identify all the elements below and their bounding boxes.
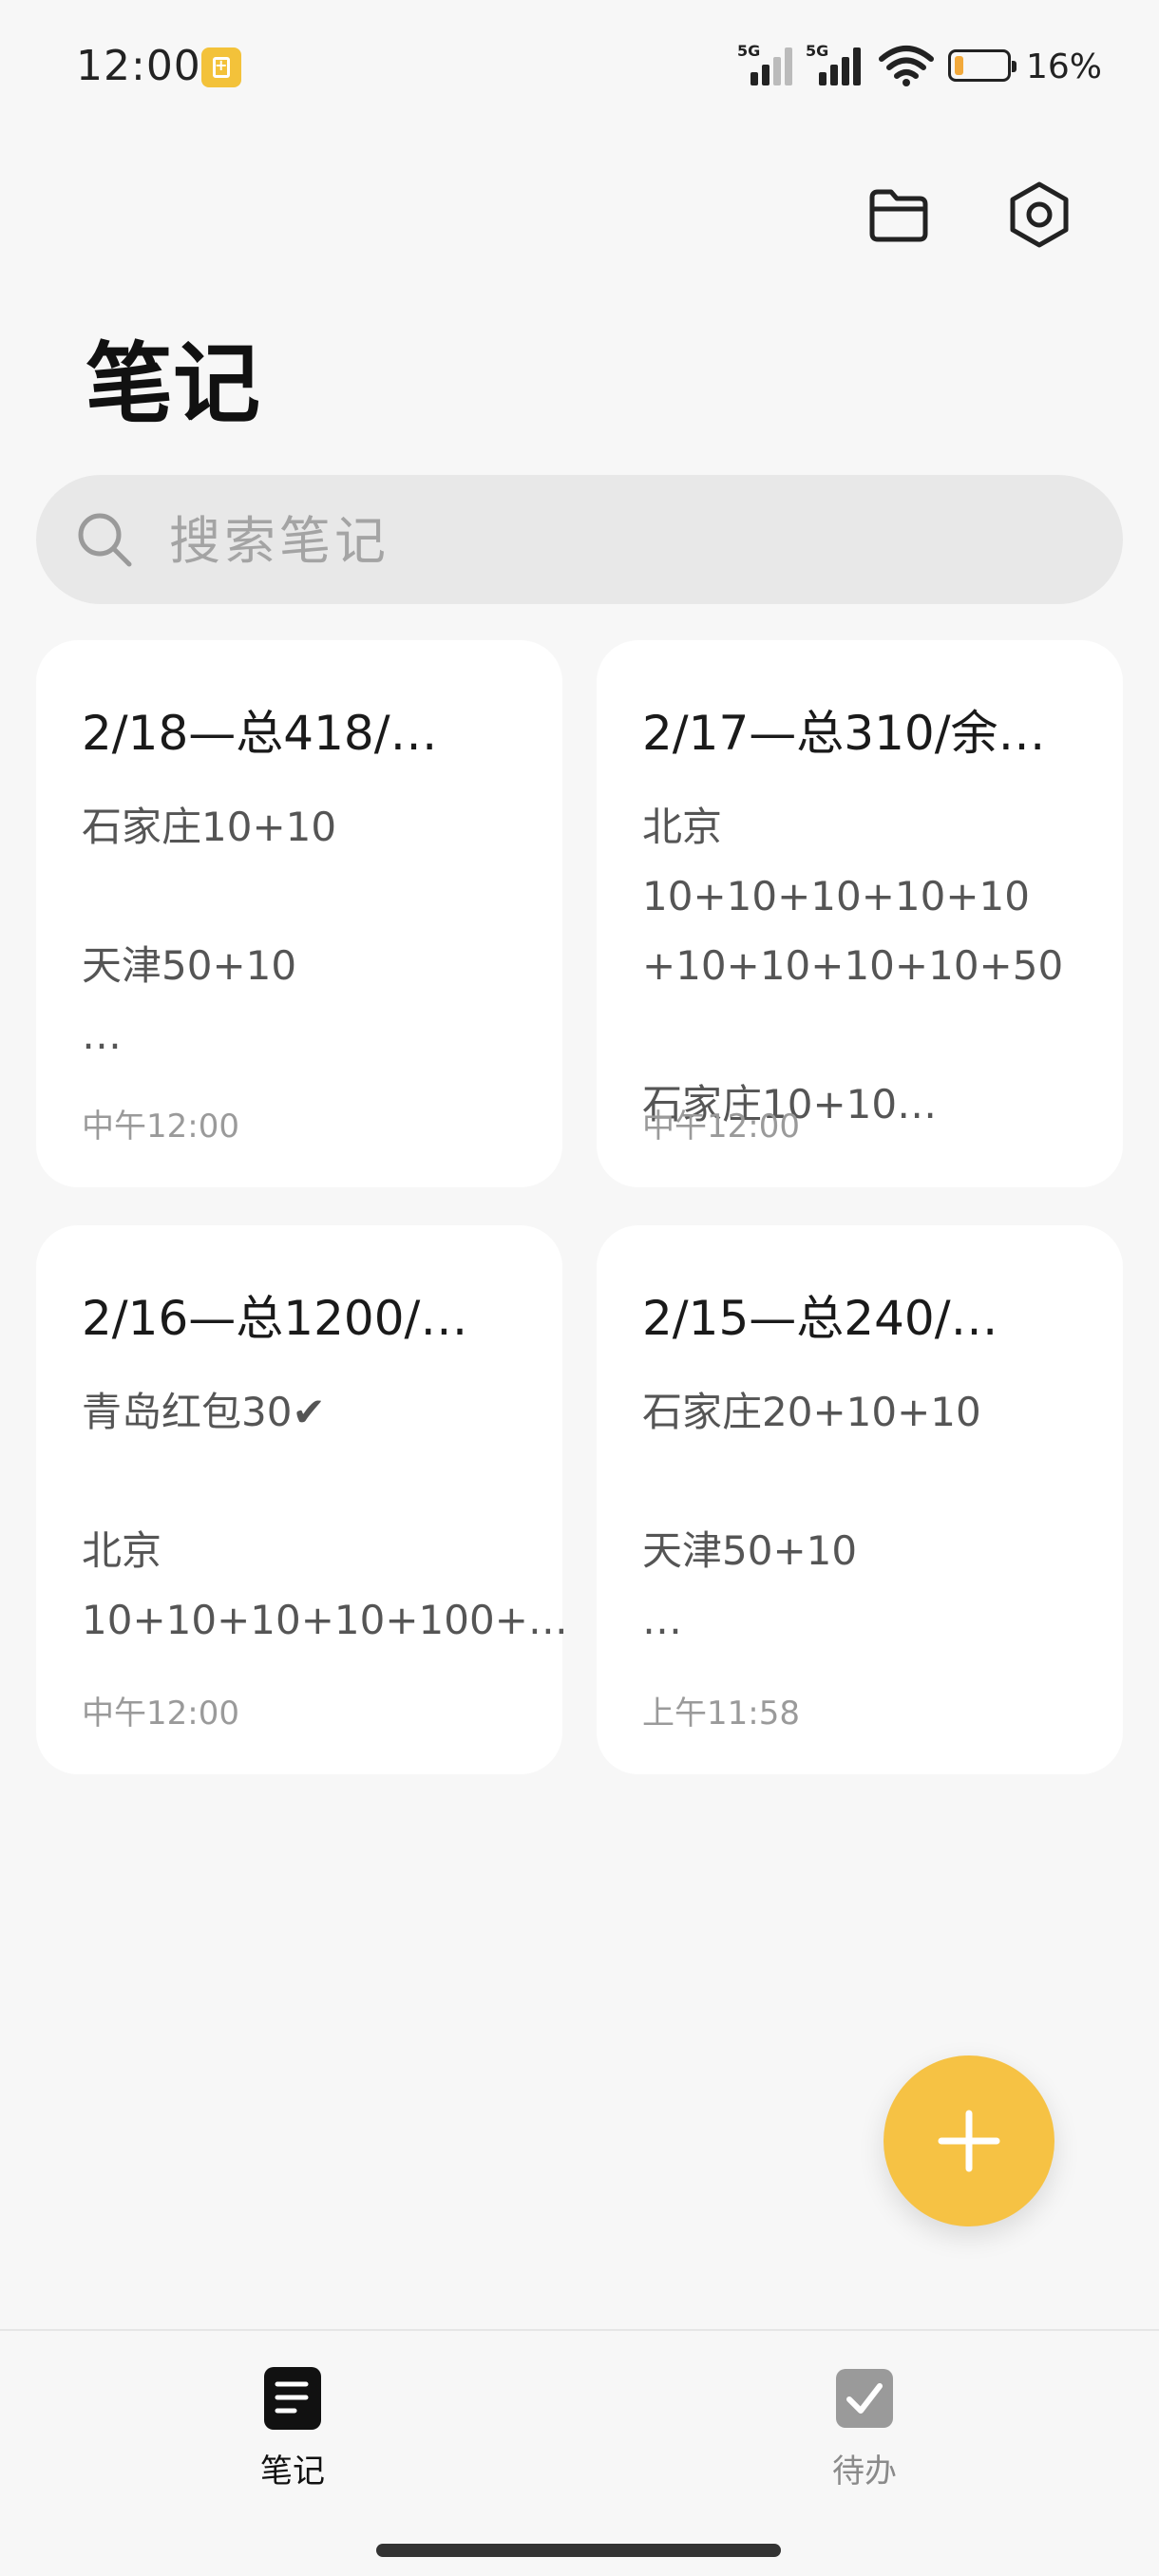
note-card-2[interactable]: 2/17—总310/余… 北京10+10+10+10+10 +10+10+10+… [597,640,1123,1187]
battery-percent: 16% [1026,47,1103,86]
nav-label-todo: 待办 [832,2453,897,2491]
note-preview: 石家庄20+10+10 天津50+10 … [642,1389,981,1643]
todo-check-icon [836,2369,893,2428]
note-time: 中午12:00 [82,1695,239,1733]
note-time: 中午12:00 [642,1108,800,1146]
signal-5g-icon-1: 5G [737,42,798,85]
search-icon [78,513,132,567]
note-title: 2/18—总418/… [82,706,438,761]
note-icon [264,2367,321,2430]
search-bar[interactable] [36,475,1123,604]
wifi-icon [879,46,934,86]
folder-button[interactable] [861,177,937,253]
notes-app-screen: 12:00 5G 5G 16% [0,0,1159,2576]
signal-label-2: 5G [806,42,829,60]
signal-5g-icon-2: 5G [806,42,866,85]
nav-item-todo[interactable]: 待办 [770,2365,960,2517]
settings-icon [1010,181,1069,248]
plus-icon [938,2110,1000,2172]
folder-icon [869,189,928,242]
note-card-4[interactable]: 2/15—总240/… 石家庄20+10+10 天津50+10 … 上午11:5… [597,1225,1123,1774]
note-preview: 石家庄10+10 天津50+10 … [82,804,337,1058]
note-preview: 北京10+10+10+10+10 +10+10+10+10+50 石家庄10+1… [642,804,1064,1127]
status-time: 12:00 [76,42,201,90]
signal-label-1: 5G [737,42,761,60]
nav-label-notes: 笔记 [260,2453,325,2491]
search-input[interactable] [167,507,1083,574]
note-preview: 青岛红包30✔ 北京 10+10+10+10+100+… [82,1389,568,1643]
status-bar: 12:00 5G 5G 16% [0,0,1159,133]
battery-icon [948,49,1016,82]
battery-level [955,56,963,75]
note-title: 2/16—总1200/… [82,1291,468,1346]
note-card-3[interactable]: 2/16—总1200/… 青岛红包30✔ 北京 10+10+10+10+100+… [36,1225,568,1774]
note-time: 上午11:58 [642,1695,800,1733]
note-title: 2/15—总240/… [642,1291,998,1346]
note-time: 中午12:00 [82,1108,239,1146]
health-app-icon [201,47,241,87]
note-card-1[interactable]: 2/18—总418/… 石家庄10+10 天津50+10 … 中午12:00 [36,640,562,1187]
home-indicator [376,2544,781,2557]
bottom-nav: 笔记 待办 [0,2329,1159,2576]
nav-item-notes[interactable]: 笔记 [198,2365,388,2517]
note-title: 2/17—总310/余… [642,706,1046,761]
settings-button[interactable] [1001,177,1077,253]
page-title: 笔记 [86,332,261,435]
add-note-button[interactable] [884,2055,1054,2226]
header-actions [0,177,1159,253]
